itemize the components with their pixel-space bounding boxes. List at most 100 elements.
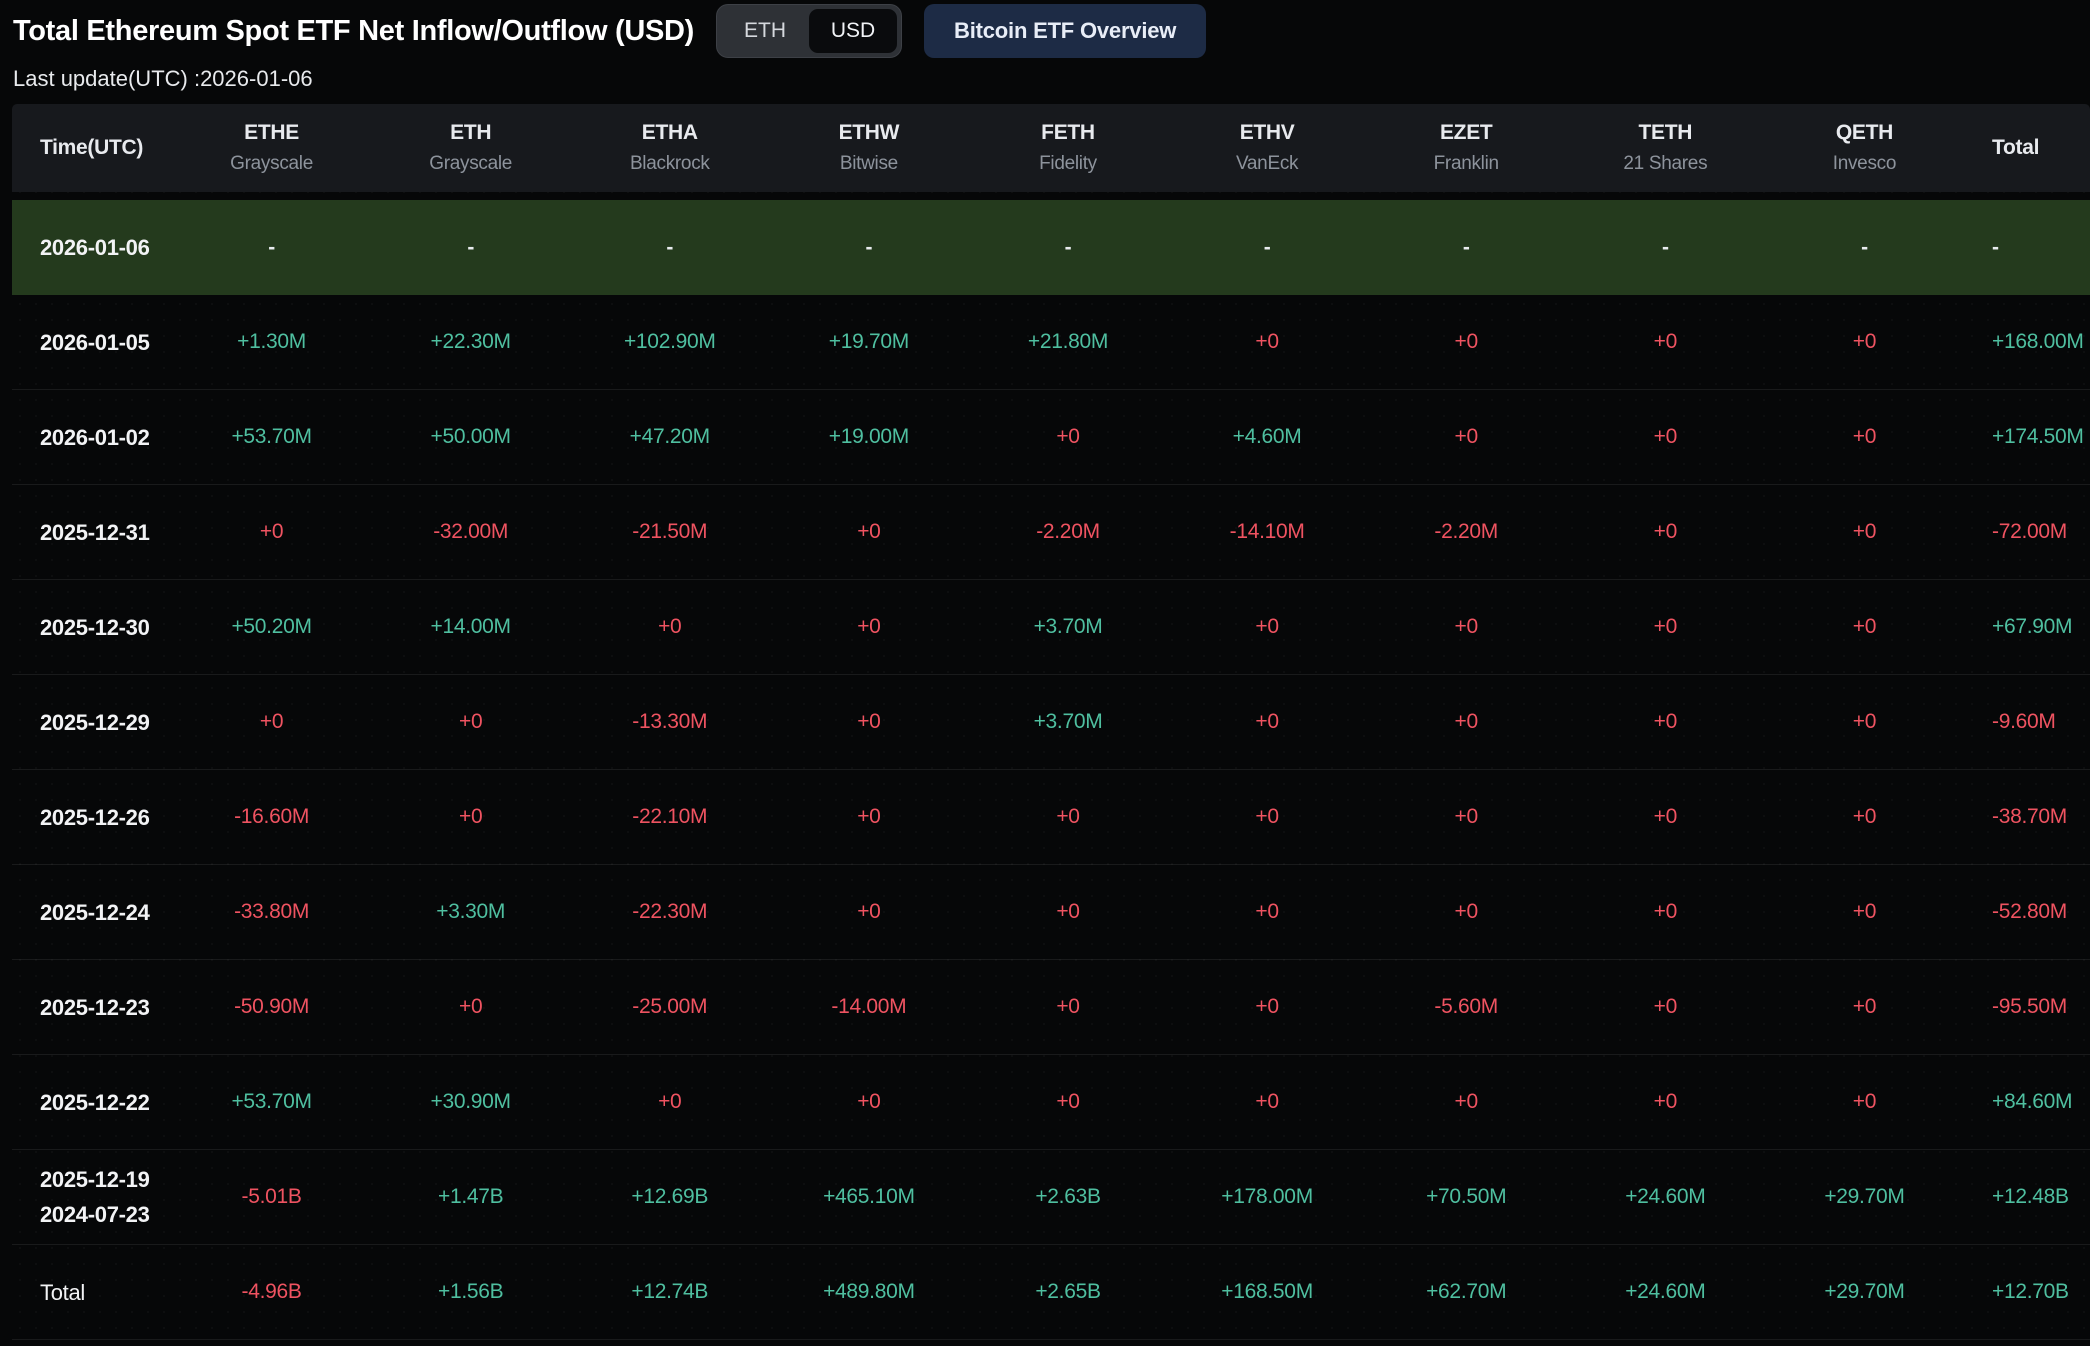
flow-value-cell: +0: [769, 615, 968, 639]
flow-value-cell: +0: [172, 710, 371, 734]
flow-value-cell: +0: [1168, 710, 1367, 734]
flow-value-cell: +0: [1566, 520, 1765, 544]
flow-value-cell: +1.47B: [371, 1185, 570, 1209]
flow-value-cell: +0: [1566, 615, 1765, 639]
table-row: 2025-12-23-50.90M+0-25.00M-14.00M+0+0-5.…: [12, 960, 2090, 1055]
toggle-option-eth[interactable]: ETH: [721, 9, 809, 53]
date-cell: 2026-01-05: [12, 325, 172, 360]
total-value-cell: -: [1964, 236, 2090, 260]
bitcoin-etf-overview-button[interactable]: Bitcoin ETF Overview: [924, 4, 1206, 58]
flow-value-cell: +0: [968, 1090, 1167, 1114]
flow-value-cell: +19.00M: [769, 425, 968, 449]
table-row: 2026-01-06----------: [12, 200, 2090, 295]
flow-value-cell: +0: [968, 425, 1167, 449]
date-cell: 2025-12-29: [12, 705, 172, 740]
flow-value-cell: +0: [1367, 710, 1566, 734]
flow-value-cell: -2.20M: [968, 520, 1167, 544]
top-bar: Total Ethereum Spot ETF Net Inflow/Outfl…: [13, 4, 2090, 58]
total-value-cell: +168.00M: [1964, 330, 2090, 354]
flow-value-cell: +3.70M: [968, 615, 1167, 639]
issuer-label: Invesco: [1765, 151, 1964, 177]
issuer-label: VanEck: [1168, 151, 1367, 177]
flow-value-cell: -22.30M: [570, 900, 769, 924]
column-header-ezet: EZETFranklin: [1367, 120, 1566, 177]
total-row-label: Total: [12, 1275, 172, 1310]
flow-value-cell: +24.60M: [1566, 1280, 1765, 1304]
flow-value-cell: -25.00M: [570, 995, 769, 1019]
flow-value-cell: +70.50M: [1367, 1185, 1566, 1209]
flow-value-cell: +0: [570, 1090, 769, 1114]
currency-toggle[interactable]: ETH USD: [716, 4, 902, 58]
flow-value-cell: -: [1367, 236, 1566, 260]
flow-value-cell: +0: [1168, 900, 1367, 924]
date-cell: 2025-12-22: [12, 1085, 172, 1120]
ticker-label: ETH: [371, 120, 570, 146]
flow-value-cell: -32.00M: [371, 520, 570, 544]
flow-value-cell: -33.80M: [172, 900, 371, 924]
flow-value-cell: +0: [1566, 995, 1765, 1019]
flow-value-cell: +53.70M: [172, 1090, 371, 1114]
flow-value-cell: +0: [1566, 1090, 1765, 1114]
flow-value-cell: +0: [769, 710, 968, 734]
date-cell: 2026-01-02: [12, 420, 172, 455]
flow-value-cell: +0: [1765, 805, 1964, 829]
flow-value-cell: +0: [570, 615, 769, 639]
table-row: 2025-12-29+0+0-13.30M+0+3.70M+0+0+0+0-9.…: [12, 675, 2090, 770]
total-value-cell: -52.80M: [1964, 900, 2090, 924]
flow-value-cell: +0: [1168, 1090, 1367, 1114]
issuer-label: Bitwise: [769, 151, 968, 177]
last-update-label: Last update(UTC) :2026-01-06: [13, 66, 2090, 94]
total-value-cell: +12.70B: [1964, 1280, 2090, 1304]
flow-value-cell: +0: [1765, 995, 1964, 1019]
issuer-label: Blackrock: [570, 151, 769, 177]
total-value-cell: -9.60M: [1964, 710, 2090, 734]
total-value-cell: -95.50M: [1964, 995, 2090, 1019]
total-value-cell: +174.50M: [1964, 425, 2090, 449]
flow-value-cell: -: [968, 236, 1167, 260]
flow-value-cell: +0: [968, 995, 1167, 1019]
issuer-label: Fidelity: [968, 151, 1167, 177]
date-cell: 2025-12-23: [12, 990, 172, 1025]
column-header-time: Time(UTC): [12, 136, 172, 160]
flow-value-cell: -: [1566, 236, 1765, 260]
column-header-qeth: QETH Invesco: [1765, 120, 1964, 177]
total-value-cell: -38.70M: [1964, 805, 2090, 829]
issuer-label: Grayscale: [172, 151, 371, 177]
flow-value-cell: -: [371, 236, 570, 260]
flow-value-cell: +0: [1765, 615, 1964, 639]
toggle-option-usd[interactable]: USD: [809, 9, 897, 53]
flow-value-cell: -2.20M: [1367, 520, 1566, 544]
flow-value-cell: +0: [1765, 425, 1964, 449]
flow-value-cell: -13.30M: [570, 710, 769, 734]
table-header-row: Time(UTC) ETHEGrayscaleETHGrayscaleETHAB…: [12, 104, 2090, 192]
etf-flow-table: Time(UTC) ETHEGrayscaleETHGrayscaleETHAB…: [12, 104, 2090, 1340]
issuer-label: Grayscale: [371, 151, 570, 177]
flow-value-cell: +0: [769, 1090, 968, 1114]
flow-value-cell: +0: [1367, 615, 1566, 639]
flow-value-cell: -22.10M: [570, 805, 769, 829]
flow-value-cell: +0: [1367, 330, 1566, 354]
date-cell: 2025-12-31: [12, 515, 172, 550]
flow-value-cell: +24.60M: [1566, 1185, 1765, 1209]
ticker-label: QETH: [1765, 120, 1964, 146]
ticker-label: ETHV: [1168, 120, 1367, 146]
flow-value-cell: +102.90M: [570, 330, 769, 354]
table-row: 2025-12-24-33.80M+3.30M-22.30M+0+0+0+0+0…: [12, 865, 2090, 960]
flow-value-cell: +0: [1566, 425, 1765, 449]
flow-value-cell: +30.90M: [371, 1090, 570, 1114]
column-header-ethv: ETHV VanEck: [1168, 120, 1367, 177]
flow-value-cell: +22.30M: [371, 330, 570, 354]
table-row: 2025-12-30+50.20M+14.00M+0+0+3.70M+0+0+0…: [12, 580, 2090, 675]
flow-value-cell: +0: [769, 520, 968, 544]
table-row: 2025-12-192024-07-23-5.01B+1.47B+12.69B+…: [12, 1150, 2090, 1245]
flow-value-cell: +0: [1765, 1090, 1964, 1114]
flow-value-cell: -: [1765, 236, 1964, 260]
total-value-cell: -72.00M: [1964, 520, 2090, 544]
flow-value-cell: -: [570, 236, 769, 260]
flow-value-cell: +0: [371, 805, 570, 829]
column-header-total: Total: [1964, 136, 2090, 160]
table-row: 2025-12-31+0-32.00M-21.50M+0-2.20M-14.10…: [12, 485, 2090, 580]
flow-value-cell: +3.70M: [968, 710, 1167, 734]
total-value-cell: +12.48B: [1964, 1185, 2090, 1209]
date-cell: 2025-12-24: [12, 895, 172, 930]
